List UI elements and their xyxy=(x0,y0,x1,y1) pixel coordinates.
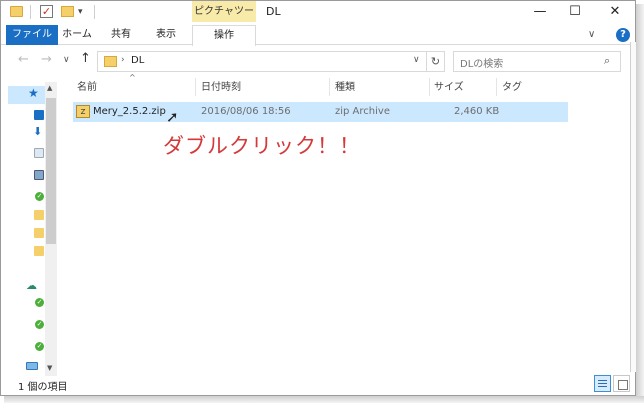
maximize-button[interactable]: ☐ xyxy=(563,2,587,22)
column-header-type[interactable]: 種類 xyxy=(335,78,355,93)
pictures-icon[interactable] xyxy=(34,170,44,180)
large-icons-view-button[interactable] xyxy=(613,375,630,392)
close-button[interactable]: ✕ xyxy=(603,2,627,22)
window-title: DL xyxy=(266,5,281,18)
folder-icon[interactable] xyxy=(34,210,44,220)
customize-dropdown-icon[interactable]: ▾ xyxy=(78,6,87,18)
back-arrow-icon[interactable]: ← xyxy=(18,52,29,67)
column-header-date[interactable]: 日付時刻 xyxy=(201,78,241,93)
window-shadow-bottom xyxy=(4,396,644,403)
file-date: 2016/08/06 18:56 xyxy=(201,106,291,117)
tab-share[interactable]: 共有 xyxy=(104,25,138,45)
desktop-icon[interactable] xyxy=(34,110,44,120)
file-type: zip Archive xyxy=(335,106,390,117)
quick-access-star-icon[interactable]: ★ xyxy=(28,86,39,100)
column-divider[interactable] xyxy=(496,78,497,96)
address-dropdown-icon[interactable]: ∨ xyxy=(413,55,420,65)
documents-icon[interactable] xyxy=(34,148,44,158)
address-bar[interactable] xyxy=(97,51,427,72)
minimize-button[interactable]: — xyxy=(528,2,552,22)
context-tab-picture-tools: ピクチャツール xyxy=(192,1,256,38)
sync-check-icon[interactable]: ✓ xyxy=(35,342,44,351)
tab-view[interactable]: 表示 xyxy=(148,25,184,45)
folder-icon[interactable] xyxy=(34,228,44,238)
tab-file[interactable]: ファイル xyxy=(6,25,58,45)
search-placeholder: DLの検索 xyxy=(460,59,504,70)
tab-home[interactable]: ホーム xyxy=(60,25,94,45)
ribbon-collapse-icon[interactable]: ∨ xyxy=(588,29,595,40)
refresh-icon[interactable]: ↻ xyxy=(427,51,445,72)
details-pane-edge xyxy=(630,42,636,372)
breadcrumb-separator[interactable]: › xyxy=(121,55,125,65)
sync-check-icon[interactable]: ✓ xyxy=(35,320,44,329)
mouse-cursor-icon: ➚ xyxy=(166,108,179,126)
file-name[interactable]: Mery_2.5.2.zip xyxy=(93,106,166,117)
annotation-text: ダブルクリック！！ xyxy=(163,134,361,158)
scroll-up-icon[interactable]: ▲ xyxy=(47,84,52,92)
properties-check-icon[interactable]: ✓ xyxy=(40,5,53,18)
item-count: 1 個の項目 xyxy=(18,382,68,393)
this-pc-icon[interactable] xyxy=(26,362,38,370)
sync-check-icon[interactable]: ✓ xyxy=(35,298,44,307)
column-divider[interactable] xyxy=(429,78,430,96)
quick-access-divider xyxy=(94,5,95,19)
up-arrow-icon[interactable]: ↑ xyxy=(80,51,91,66)
sort-ascending-icon: ^ xyxy=(129,73,136,82)
nav-scrollbar-thumb[interactable] xyxy=(46,98,56,244)
tab-manage[interactable]: 操作 xyxy=(192,25,256,46)
column-header-name[interactable]: 名前 xyxy=(77,78,97,93)
recent-locations-icon[interactable]: ∨ xyxy=(63,55,70,65)
file-size: 2,460 KB xyxy=(454,106,500,117)
folder-icon[interactable] xyxy=(10,6,23,17)
help-icon[interactable]: ? xyxy=(616,28,630,42)
forward-arrow-icon[interactable]: → xyxy=(41,52,52,67)
search-icon[interactable]: ⌕ xyxy=(604,54,610,68)
window-shadow-right xyxy=(636,4,644,403)
column-header-size[interactable]: サイズ xyxy=(434,78,464,93)
column-divider[interactable] xyxy=(329,78,330,96)
nav-selected-item[interactable] xyxy=(8,86,45,104)
zip-file-icon: Z xyxy=(76,105,90,118)
column-divider[interactable] xyxy=(195,78,196,96)
scroll-down-icon[interactable]: ▼ xyxy=(47,364,52,372)
folder-icon[interactable] xyxy=(34,246,44,256)
large-icons-icon xyxy=(618,380,628,390)
breadcrumb-dl[interactable]: DL xyxy=(131,55,144,66)
details-view-button[interactable] xyxy=(594,375,611,392)
folder-icon xyxy=(104,56,117,67)
quick-access-divider xyxy=(30,5,31,19)
status-bar xyxy=(1,376,635,395)
new-folder-icon[interactable] xyxy=(61,6,74,17)
downloads-icon[interactable]: ⬇ xyxy=(33,125,42,138)
onedrive-sync-check-icon[interactable]: ✓ xyxy=(35,192,44,201)
column-header-tag[interactable]: タグ xyxy=(502,78,522,93)
ribbon-tab-row xyxy=(1,25,635,45)
onedrive-cloud-icon[interactable]: ☁ xyxy=(26,279,37,292)
